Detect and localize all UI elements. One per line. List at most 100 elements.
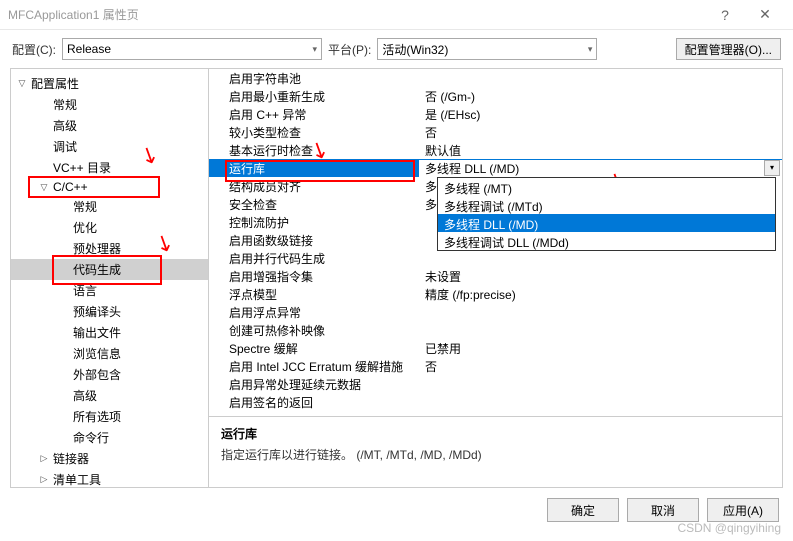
- property-label: 启用并行代码生成: [209, 250, 419, 267]
- tree-item[interactable]: 浏览信息: [11, 343, 208, 364]
- property-label: 控制流防护: [209, 214, 419, 231]
- tree-item-label: 配置属性: [31, 75, 79, 92]
- property-row[interactable]: 创建可热修补映像: [209, 321, 782, 339]
- tree-item-label: 常规: [53, 96, 77, 113]
- main-panel: ▽配置属性常规高级调试VC++ 目录▽C/C++常规优化预处理器代码生成语言预编…: [10, 68, 783, 488]
- property-value[interactable]: 是 (/EHsc): [419, 106, 782, 123]
- property-label: 浮点模型: [209, 286, 419, 303]
- tree-item[interactable]: 外部包含: [11, 364, 208, 385]
- tree-item[interactable]: 常规: [11, 94, 208, 115]
- property-label: 启用最小重新生成: [209, 88, 419, 105]
- tree-item[interactable]: 预处理器: [11, 238, 208, 259]
- property-row[interactable]: 基本运行时检查默认值: [209, 141, 782, 159]
- title-bar: MFCApplication1 属性页 ? ✕: [0, 0, 793, 30]
- tree-item[interactable]: 高级: [11, 115, 208, 136]
- tree-item-label: 清单工具: [53, 471, 101, 487]
- nav-tree[interactable]: ▽配置属性常规高级调试VC++ 目录▽C/C++常规优化预处理器代码生成语言预编…: [11, 69, 209, 487]
- tree-item[interactable]: ▷ 链接器: [11, 448, 208, 469]
- tree-item-label: 常规: [73, 198, 97, 215]
- tree-item-label: 代码生成: [73, 261, 121, 278]
- tree-item-label: 高级: [73, 387, 97, 404]
- dropdown-option[interactable]: 多线程调试 DLL (/MDd): [438, 232, 775, 250]
- chevron-down-icon: ▾: [588, 44, 593, 55]
- property-row[interactable]: 启用异常处理延续元数据: [209, 375, 782, 393]
- property-row[interactable]: 运行库多线程 DLL (/MD)▾: [209, 159, 782, 177]
- property-row[interactable]: 启用 C++ 异常是 (/EHsc): [209, 105, 782, 123]
- config-combo[interactable]: Release ▾: [62, 38, 322, 60]
- tree-item-label: C/C++: [53, 180, 88, 194]
- tree-item[interactable]: 调试: [11, 136, 208, 157]
- footer: 确定 取消 应用(A): [0, 488, 793, 532]
- property-row[interactable]: 启用增强指令集未设置: [209, 267, 782, 285]
- property-row[interactable]: 较小类型检查否: [209, 123, 782, 141]
- platform-combo[interactable]: 活动(Win32) ▾: [377, 38, 597, 60]
- tree-item[interactable]: ▽配置属性: [11, 73, 208, 94]
- dropdown-option[interactable]: 多线程调试 (/MTd): [438, 196, 775, 214]
- property-value[interactable]: 已禁用: [419, 340, 782, 357]
- property-row[interactable]: 启用签名的返回: [209, 393, 782, 411]
- property-value[interactable]: 否 (/Gm-): [419, 88, 782, 105]
- property-value[interactable]: 精度 (/fp:precise): [419, 286, 782, 303]
- property-row[interactable]: Spectre 缓解已禁用: [209, 339, 782, 357]
- tree-item[interactable]: 优化: [11, 217, 208, 238]
- tree-item[interactable]: 输出文件: [11, 322, 208, 343]
- tree-item[interactable]: ▽ C/C++: [11, 178, 208, 196]
- help-button[interactable]: ?: [705, 7, 745, 23]
- tree-item[interactable]: 常规: [11, 196, 208, 217]
- property-label: 结构成员对齐: [209, 178, 419, 195]
- close-button[interactable]: ✕: [745, 6, 785, 23]
- property-row[interactable]: 启用并行代码生成: [209, 249, 782, 267]
- expand-icon: ▷: [39, 453, 49, 464]
- property-grid[interactable]: 启用字符串池启用最小重新生成否 (/Gm-)启用 C++ 异常是 (/EHsc)…: [209, 69, 782, 417]
- tree-item[interactable]: 命令行: [11, 427, 208, 448]
- tree-item[interactable]: 语言: [11, 280, 208, 301]
- property-value[interactable]: 默认值: [419, 142, 782, 159]
- property-label: 启用签名的返回: [209, 394, 419, 411]
- config-manager-button[interactable]: 配置管理器(O)...: [676, 38, 781, 60]
- tree-item-label: 所有选项: [73, 408, 121, 425]
- tree-item[interactable]: 代码生成: [11, 259, 208, 280]
- expand-icon: ▷: [39, 474, 49, 485]
- ok-button[interactable]: 确定: [547, 498, 619, 522]
- property-label: 启用增强指令集: [209, 268, 419, 285]
- property-row[interactable]: 启用字符串池: [209, 69, 782, 87]
- tree-item-label: 高级: [53, 117, 77, 134]
- property-value[interactable]: 否: [419, 358, 782, 375]
- property-label: 较小类型检查: [209, 124, 419, 141]
- tree-item-label: 优化: [73, 219, 97, 236]
- dropdown-option[interactable]: 多线程 DLL (/MD): [438, 214, 775, 232]
- tree-item[interactable]: 预编译头: [11, 301, 208, 322]
- tree-item-label: 预编译头: [73, 303, 121, 320]
- config-label: 配置(C):: [12, 41, 56, 58]
- expand-icon: ▽: [39, 182, 49, 193]
- description-panel: 运行库 指定运行库以进行链接。 (/MT, /MTd, /MD, /MDd): [209, 417, 782, 487]
- config-value: Release: [67, 42, 111, 56]
- description-heading: 运行库: [221, 425, 770, 442]
- property-value[interactable]: 否: [419, 124, 782, 141]
- tree-item-label: 链接器: [53, 450, 89, 467]
- platform-label: 平台(P):: [328, 41, 371, 58]
- property-label: 启用函数级链接: [209, 232, 419, 249]
- tree-item-label: 输出文件: [73, 324, 121, 341]
- property-label: 启用 C++ 异常: [209, 106, 419, 123]
- property-row[interactable]: 浮点模型精度 (/fp:precise): [209, 285, 782, 303]
- apply-button[interactable]: 应用(A): [707, 498, 779, 522]
- dropdown-option[interactable]: 多线程 (/MT): [438, 178, 775, 196]
- property-label: 基本运行时检查: [209, 142, 419, 159]
- tree-item[interactable]: VC++ 目录: [11, 157, 208, 178]
- property-row[interactable]: 启用浮点异常: [209, 303, 782, 321]
- property-row[interactable]: 启用 Intel JCC Erratum 缓解措施否: [209, 357, 782, 375]
- property-value[interactable]: 多线程 DLL (/MD)▾: [419, 160, 782, 177]
- tree-item[interactable]: ▷ 清单工具: [11, 469, 208, 487]
- watermark: CSDN @qingyihing: [677, 521, 781, 535]
- dropdown-button[interactable]: ▾: [764, 160, 780, 176]
- tree-item[interactable]: 所有选项: [11, 406, 208, 427]
- property-value[interactable]: 未设置: [419, 268, 782, 285]
- property-row[interactable]: 启用最小重新生成否 (/Gm-): [209, 87, 782, 105]
- tree-item[interactable]: 高级: [11, 385, 208, 406]
- cancel-button[interactable]: 取消: [627, 498, 699, 522]
- property-label: 运行库: [209, 160, 419, 177]
- property-label: 创建可热修补映像: [209, 322, 419, 339]
- platform-value: 活动(Win32): [382, 41, 448, 58]
- runtime-library-dropdown[interactable]: 多线程 (/MT)多线程调试 (/MTd)多线程 DLL (/MD)多线程调试 …: [437, 177, 776, 251]
